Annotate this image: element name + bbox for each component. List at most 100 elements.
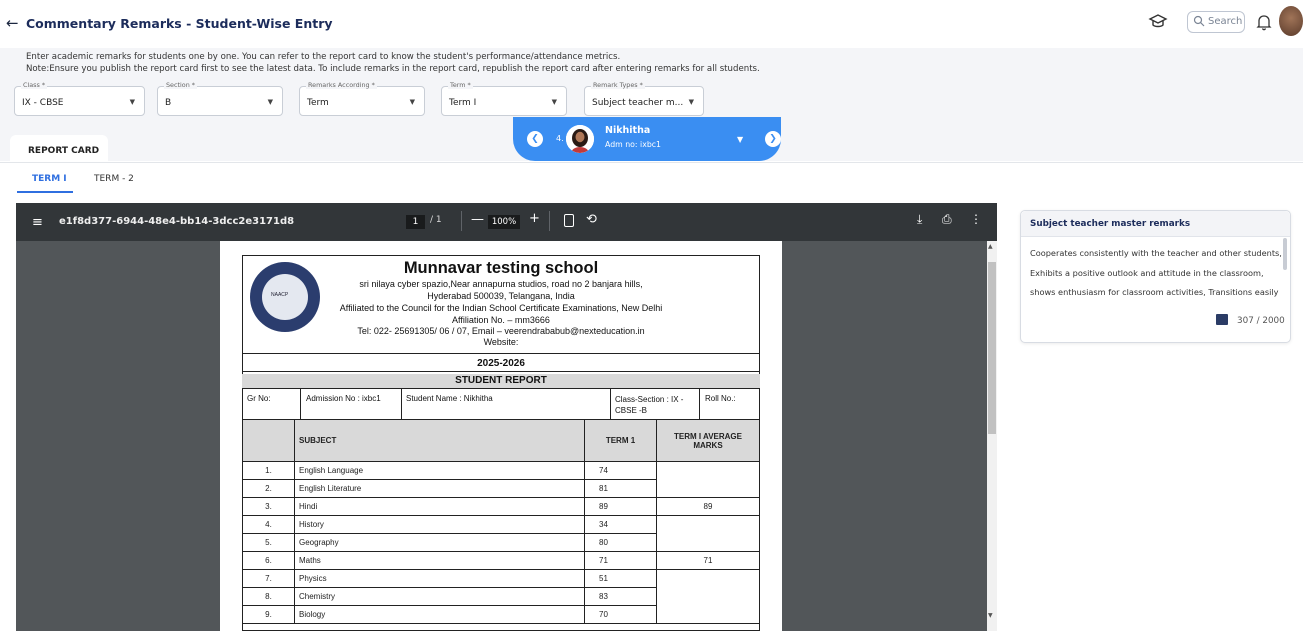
tab-divider	[0, 162, 1303, 163]
marks-table: SUBJECT TERM 1 TERM I AVERAGE MARKS 1. E…	[242, 419, 760, 624]
page-title: Commentary Remarks - Student-Wise Entry	[26, 16, 333, 31]
toolbar-divider	[549, 211, 550, 231]
academic-year: 2025-2026	[477, 358, 525, 369]
row-average	[656, 569, 760, 624]
class-select[interactable]: Class * IX - CBSE ▼	[14, 81, 145, 116]
remarks-text-line[interactable]: shows enthusiasm for classroom activitie…	[1030, 287, 1279, 297]
class-section-cell: Class-Section : IX - CBSE -B	[615, 395, 684, 415]
tab-term-2[interactable]: TERM - 2	[94, 174, 134, 184]
pdf-scrollbar-thumb[interactable]	[988, 262, 996, 434]
section-label: Section *	[164, 81, 197, 89]
menu-icon[interactable]: ≡	[32, 215, 43, 230]
row-number: 7.	[242, 569, 295, 588]
section-value: B	[165, 98, 172, 108]
remark-types-select[interactable]: Remark Types * Subject teacher m... ▼	[584, 81, 704, 116]
row-subject: Biology	[294, 605, 585, 624]
cell-divider	[300, 388, 301, 419]
scroll-up-icon[interactable]: ▲	[988, 243, 993, 250]
chevron-down-icon: ▼	[688, 98, 694, 106]
table-row: 1. English Language 74	[242, 461, 760, 498]
more-options-icon[interactable]: ⋮	[970, 212, 982, 226]
header-average: TERM I AVERAGE MARKS	[656, 419, 760, 462]
pdf-page-input[interactable]: 1	[406, 215, 425, 229]
chevron-down-icon: ▼	[267, 98, 273, 106]
school-website: Website:	[483, 337, 519, 347]
student-report-heading: STUDENT REPORT	[242, 374, 760, 388]
divider	[242, 353, 760, 354]
row-number: 4.	[242, 515, 295, 534]
row-average	[656, 515, 760, 552]
remarks-text-line[interactable]: Cooperates consistently with the teacher…	[1030, 248, 1282, 258]
row-number: 2.	[242, 479, 295, 498]
tab-report-card[interactable]: REPORT CARD	[10, 135, 108, 163]
header-term1: TERM 1	[584, 419, 657, 462]
fit-page-icon[interactable]	[564, 214, 574, 227]
row-marks: 51	[584, 569, 657, 588]
row-subject: Hindi	[294, 497, 585, 516]
next-student-button[interactable]: ❯	[765, 131, 781, 147]
bell-icon[interactable]	[1256, 13, 1272, 31]
scroll-down-icon[interactable]: ▼	[988, 612, 993, 619]
row-marks: 81	[584, 479, 657, 498]
table-header-row: SUBJECT TERM 1 TERM I AVERAGE MARKS	[242, 419, 760, 462]
table-row: 4. History 34	[242, 515, 760, 552]
comment-icon	[1216, 314, 1228, 325]
table-row: 7. Physics 51	[242, 569, 760, 624]
cell-divider	[699, 388, 700, 419]
zoom-out-button[interactable]: —	[471, 212, 484, 227]
graduation-cap-icon[interactable]	[1148, 12, 1168, 32]
row-subject: English Literature	[294, 479, 585, 498]
row-marks: 74	[584, 461, 657, 480]
school-affiliation: Affiliated to the Council for the Indian…	[339, 303, 663, 313]
row-subject: Geography	[294, 533, 585, 552]
student-index: 4.	[556, 134, 564, 143]
remarks-card-title: Subject teacher master remarks	[1030, 219, 1191, 229]
student-name-cell: Student Name : Nikhitha	[406, 394, 493, 403]
pdf-filename: e1f8d377-6944-48e4-bb14-3dcc2e3171d8	[59, 216, 295, 227]
tab-term-1[interactable]: TERM I	[32, 174, 67, 184]
note-text: Note:Ensure you publish the report card …	[26, 64, 760, 74]
cell-divider	[401, 388, 402, 419]
header-sno	[242, 419, 295, 462]
roll-no: Roll No.:	[705, 394, 736, 403]
rotate-icon[interactable]: ⟲	[586, 212, 597, 227]
chevron-down-icon: ▼	[409, 98, 415, 106]
remarks-text-line[interactable]: Exhibits a positive outlook and attitude…	[1030, 268, 1264, 278]
row-number: 3.	[242, 497, 295, 516]
user-avatar[interactable]	[1279, 6, 1303, 36]
row-subject: History	[294, 515, 585, 534]
row-marks: 83	[584, 587, 657, 606]
zoom-in-button[interactable]: +	[529, 211, 540, 226]
row-subject: Maths	[294, 551, 585, 570]
row-marks: 70	[584, 605, 657, 624]
school-address-1: sri nilaya cyber spazio,Near annapurna s…	[359, 279, 643, 289]
previous-student-button[interactable]: ❮	[527, 131, 543, 147]
download-icon[interactable]: ⤓	[917, 212, 922, 227]
remarks-according-label: Remarks According *	[306, 81, 377, 89]
row-number: 5.	[242, 533, 295, 552]
term-value: Term I	[449, 98, 477, 108]
row-marks: 34	[584, 515, 657, 534]
gr-no: Gr No:	[247, 394, 271, 403]
remarks-according-select[interactable]: Remarks According * Term ▼	[299, 81, 425, 116]
table-row: 6. Maths 71 71	[242, 551, 760, 570]
toolbar-divider	[461, 211, 462, 231]
zoom-level-input[interactable]: 100%	[488, 215, 520, 229]
section-select[interactable]: Section * B ▼	[157, 81, 283, 116]
active-tab-indicator	[17, 191, 73, 193]
student-dropdown-icon[interactable]: ▼	[737, 135, 743, 144]
term-select[interactable]: Term * Term I ▼	[441, 81, 567, 116]
admission-no: Admission No : ixbc1	[306, 394, 381, 403]
remarks-according-value: Term	[307, 98, 329, 108]
chevron-down-icon: ▼	[129, 98, 135, 106]
print-icon[interactable]: ⎙	[942, 212, 952, 227]
row-average: 89	[656, 497, 760, 516]
chevron-down-icon: ▼	[551, 98, 557, 106]
row-marks: 71	[584, 551, 657, 570]
remarks-scrollbar[interactable]	[1283, 238, 1287, 270]
remark-types-label: Remark Types *	[591, 81, 645, 89]
row-average: 71	[656, 551, 760, 570]
divider	[242, 388, 760, 389]
back-arrow-icon[interactable]: ←	[6, 14, 19, 32]
school-address-2: Hyderabad 500039, Telangana, India	[427, 291, 575, 301]
